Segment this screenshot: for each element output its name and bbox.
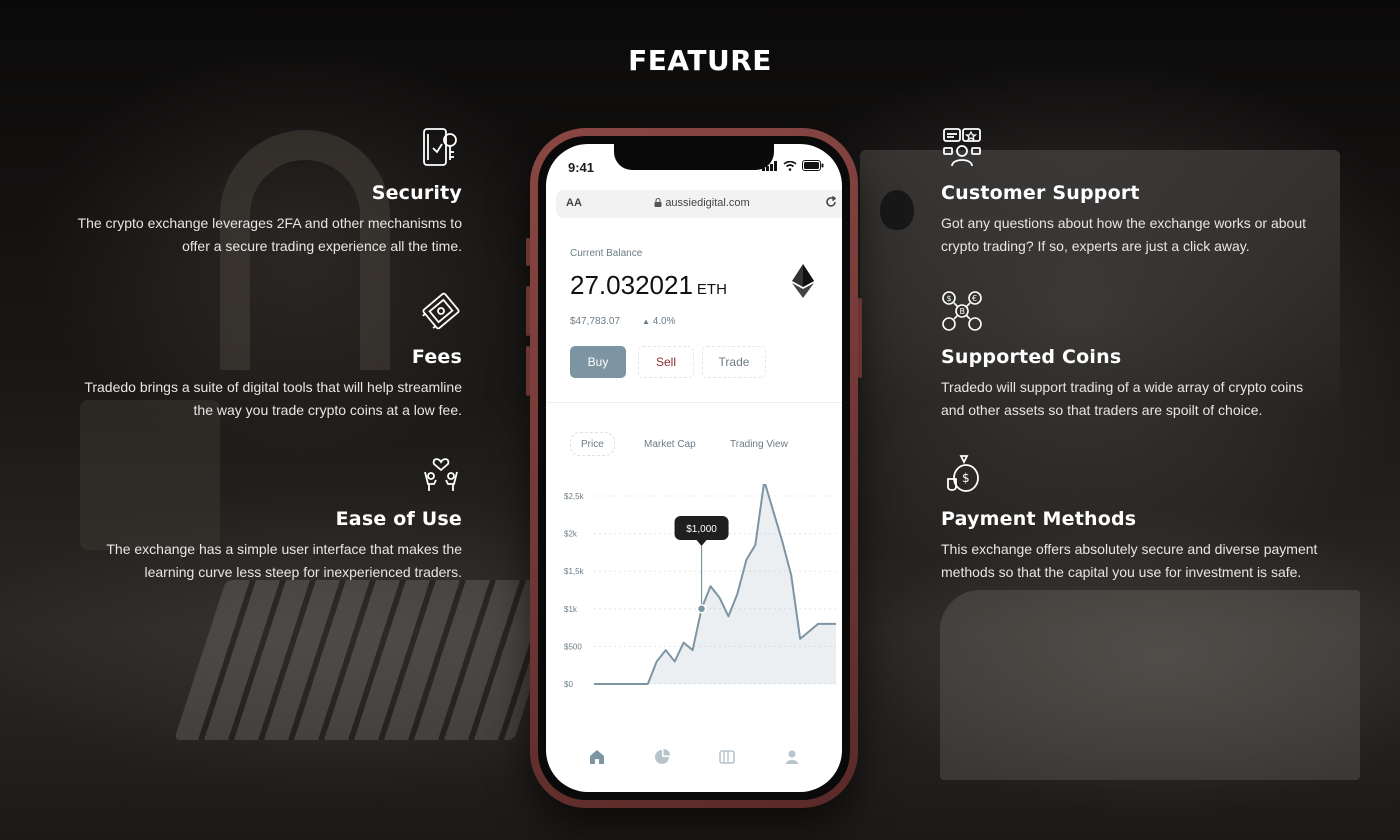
divider (546, 402, 842, 403)
chart-tooltip-pointer (696, 540, 707, 546)
profile-icon[interactable] (783, 748, 801, 766)
pie-chart-icon[interactable] (653, 748, 671, 766)
status-time: 9:41 (568, 160, 595, 175)
feature-description: Tradedo brings a suite of digital tools … (84, 379, 462, 418)
svg-text:$: $ (962, 471, 970, 485)
wifi-icon (783, 160, 797, 171)
balance-change: ▲ 4.0% (642, 316, 676, 327)
page-title: FEATURE (628, 44, 772, 77)
svg-text:€: € (972, 294, 977, 303)
bg-apple-logo (880, 190, 914, 230)
tab-price[interactable]: Price (570, 432, 615, 456)
chart-y-tick-label: $500 (564, 642, 582, 651)
url-text: aussiedigital.com (556, 197, 842, 209)
buy-button[interactable]: Buy (570, 346, 626, 378)
ease-of-use-icon (424, 458, 458, 491)
feature-supported-coins: $ € B Supported Coins Tradedo will suppo… (941, 290, 1381, 422)
phone-bezel: 9:41 AA aussiedigital.com Current Balanc… (538, 136, 850, 800)
supported-coins-icon: $ € B (942, 291, 982, 331)
security-icon (423, 128, 457, 166)
phone-mute-button (526, 238, 530, 266)
lock-icon (654, 198, 662, 207)
bg-paper (940, 590, 1360, 780)
customer-support-icon (943, 128, 981, 167)
fees-icon (422, 292, 460, 330)
feature-title: Customer Support (941, 182, 1140, 204)
feature-description: Tradedo will support trading of a wide a… (941, 379, 1304, 418)
feature-fees: Fees Tradedo brings a suite of digital t… (22, 290, 462, 422)
signal-icon (762, 160, 777, 171)
bg-keyboard (174, 580, 566, 740)
feature-title: Security (371, 182, 462, 204)
status-icons (762, 160, 824, 171)
price-chart: $0 $500 $1k $1,5k $2k $2,5k $1,000 (564, 484, 836, 689)
phone-screen: 9:41 AA aussiedigital.com Current Balanc… (546, 144, 842, 792)
feature-title: Supported Coins (941, 346, 1122, 368)
phone-power-button (858, 298, 862, 378)
chart-highlight-point (696, 604, 707, 614)
tab-market-cap[interactable]: Market Cap (644, 432, 696, 456)
feature-ease-of-use: Ease of Use The exchange has a simple us… (22, 452, 462, 584)
trade-button[interactable]: Trade (702, 346, 766, 378)
browser-url-bar[interactable]: AA aussiedigital.com (556, 190, 842, 218)
phone-mockup: 9:41 AA aussiedigital.com Current Balanc… (526, 128, 862, 808)
svg-text:B: B (960, 307, 966, 316)
sell-button[interactable]: Sell (638, 346, 694, 378)
chart-y-tick-label: $2,5k (564, 492, 585, 501)
feature-title: Fees (411, 346, 462, 368)
up-arrow-icon: ▲ (642, 317, 650, 326)
phone-volume-down (526, 346, 530, 396)
ethereum-icon (792, 264, 814, 298)
chart-y-tick-label: $0 (564, 680, 573, 689)
phone-volume-up (526, 286, 530, 336)
payment-methods-icon: $ (947, 455, 979, 492)
svg-text:$: $ (947, 294, 952, 303)
phone-notch (614, 144, 774, 170)
tab-trading-view[interactable]: Trading View (730, 432, 788, 456)
feature-security: Security The crypto exchange leverages 2… (22, 126, 462, 258)
feature-description: This exchange offers absolutely secure a… (941, 541, 1318, 580)
feature-title: Ease of Use (335, 508, 462, 530)
feature-description: The exchange has a simple user interface… (106, 541, 462, 580)
chart-y-tick-label: $2k (564, 530, 578, 539)
balance-label: Current Balance (570, 248, 643, 259)
feature-title: Payment Methods (941, 508, 1137, 530)
bottom-nav (546, 748, 842, 766)
battery-icon (802, 160, 824, 171)
chart-y-tick-label: $1,5k (564, 567, 585, 576)
feature-customer-support: Customer Support Got any questions about… (941, 126, 1381, 258)
feature-description: The crypto exchange leverages 2FA and ot… (77, 215, 462, 254)
chart-area (594, 484, 836, 684)
chart-y-tick-label: $1k (564, 605, 578, 614)
balance-usd: $47,783.07 (570, 316, 621, 327)
home-icon[interactable] (588, 748, 606, 766)
feature-description: Got any questions about how the exchange… (941, 215, 1307, 254)
wallet-icon[interactable] (718, 748, 736, 766)
balance-value: 27.032021 ETH (570, 270, 727, 300)
chart-tooltip-label: $1,000 (686, 524, 717, 535)
reload-icon[interactable] (824, 195, 838, 209)
feature-payment-methods: $ Payment Methods This exchange offers a… (941, 452, 1381, 584)
